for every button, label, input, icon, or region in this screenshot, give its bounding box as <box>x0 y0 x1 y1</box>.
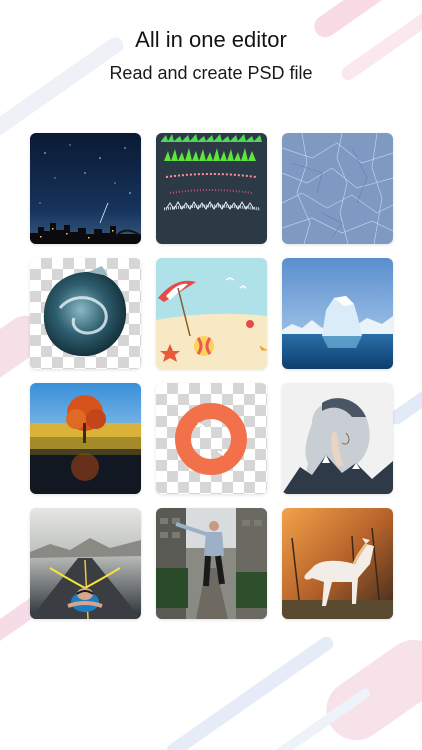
night-sky-city-photo[interactable] <box>30 133 141 244</box>
page-subtitle: Read and create PSD file <box>109 63 313 83</box>
white-horse-photo[interactable] <box>282 508 393 619</box>
image-grid <box>30 133 393 619</box>
orange-ring-cutout-image[interactable] <box>156 383 267 494</box>
man-city-street-photo[interactable] <box>156 508 267 619</box>
ice-texture-photo[interactable] <box>282 133 393 244</box>
double-exposure-woman-photo[interactable] <box>282 383 393 494</box>
autumn-tree-reflection-photo[interactable] <box>30 383 141 494</box>
beach-illustration-image[interactable] <box>156 258 267 369</box>
page-title: All in one editor <box>135 27 287 52</box>
iceberg-photo[interactable] <box>282 258 393 369</box>
swimmer-road-composite-photo[interactable] <box>30 508 141 619</box>
cutout-wave-sphere-image[interactable] <box>30 258 141 369</box>
grass-brushes-photo[interactable] <box>156 133 267 244</box>
